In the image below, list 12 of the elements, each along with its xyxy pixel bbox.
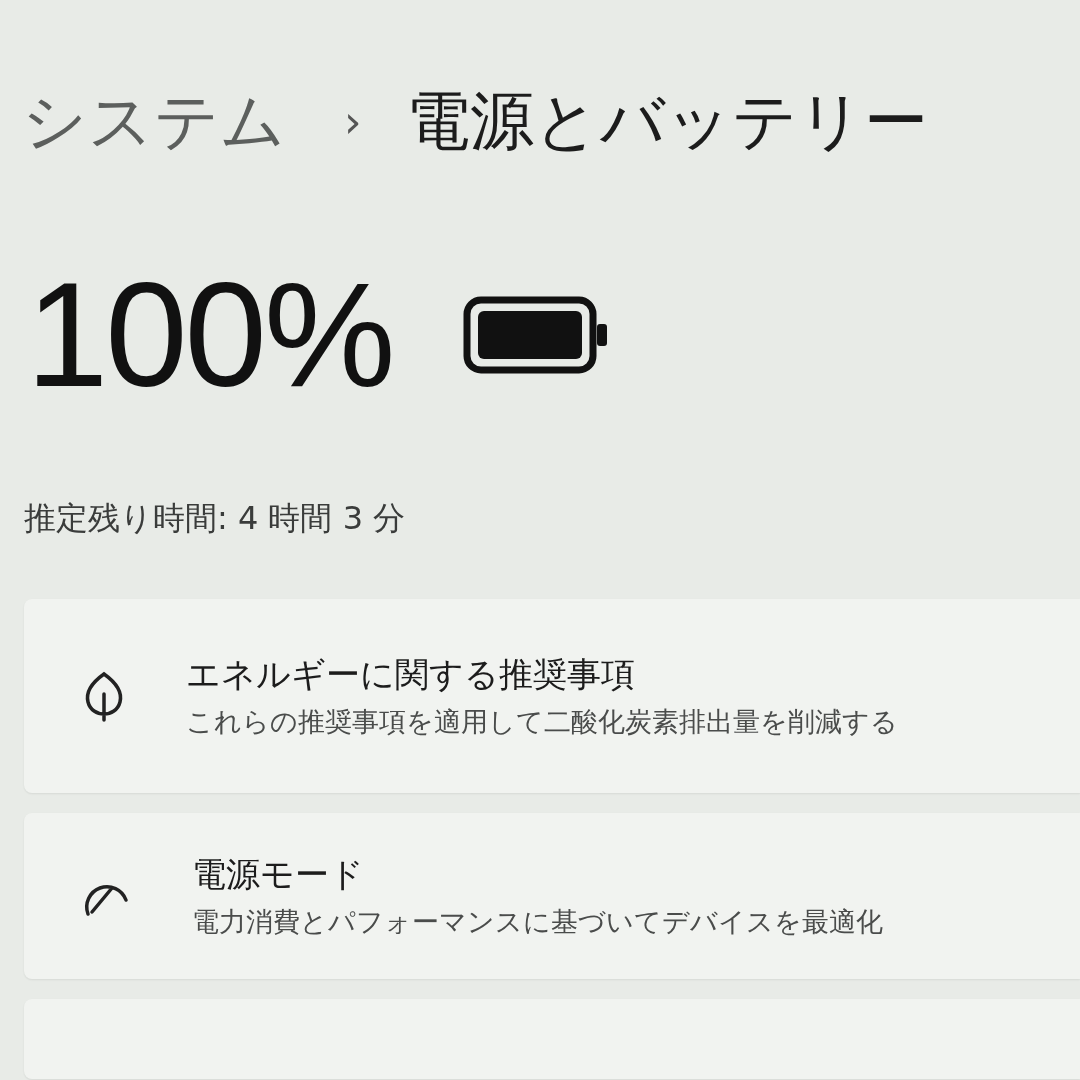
card-subtitle: これらの推奨事項を適用して二酸化炭素排出量を削減する (186, 705, 898, 739)
settings-card[interactable]: 電源モード 電力消費とパフォーマンスに基づいてデバイスを最適化 (24, 813, 1080, 979)
battery-percent: 100% (26, 261, 393, 409)
battery-icon (462, 296, 609, 374)
settings-card[interactable]: エネルギーに関する推奨事項 これらの推奨事項を適用して二酸化炭素排出量を削減する (24, 599, 1080, 793)
estimated-time: 推定残り時間: 4 時間 3 分 (23, 498, 407, 539)
breadcrumb-parent[interactable]: システム (22, 78, 286, 165)
page-title: 電源とバッテリー (405, 83, 928, 160)
card-subtitle: 電力消費とパフォーマンスに基づいてデバイスを最適化 (192, 905, 883, 939)
breadcrumb-separator: › (344, 96, 362, 147)
card-title: エネルギーに関する推奨事項 (186, 653, 636, 696)
card-title: 電源モード (192, 853, 365, 896)
